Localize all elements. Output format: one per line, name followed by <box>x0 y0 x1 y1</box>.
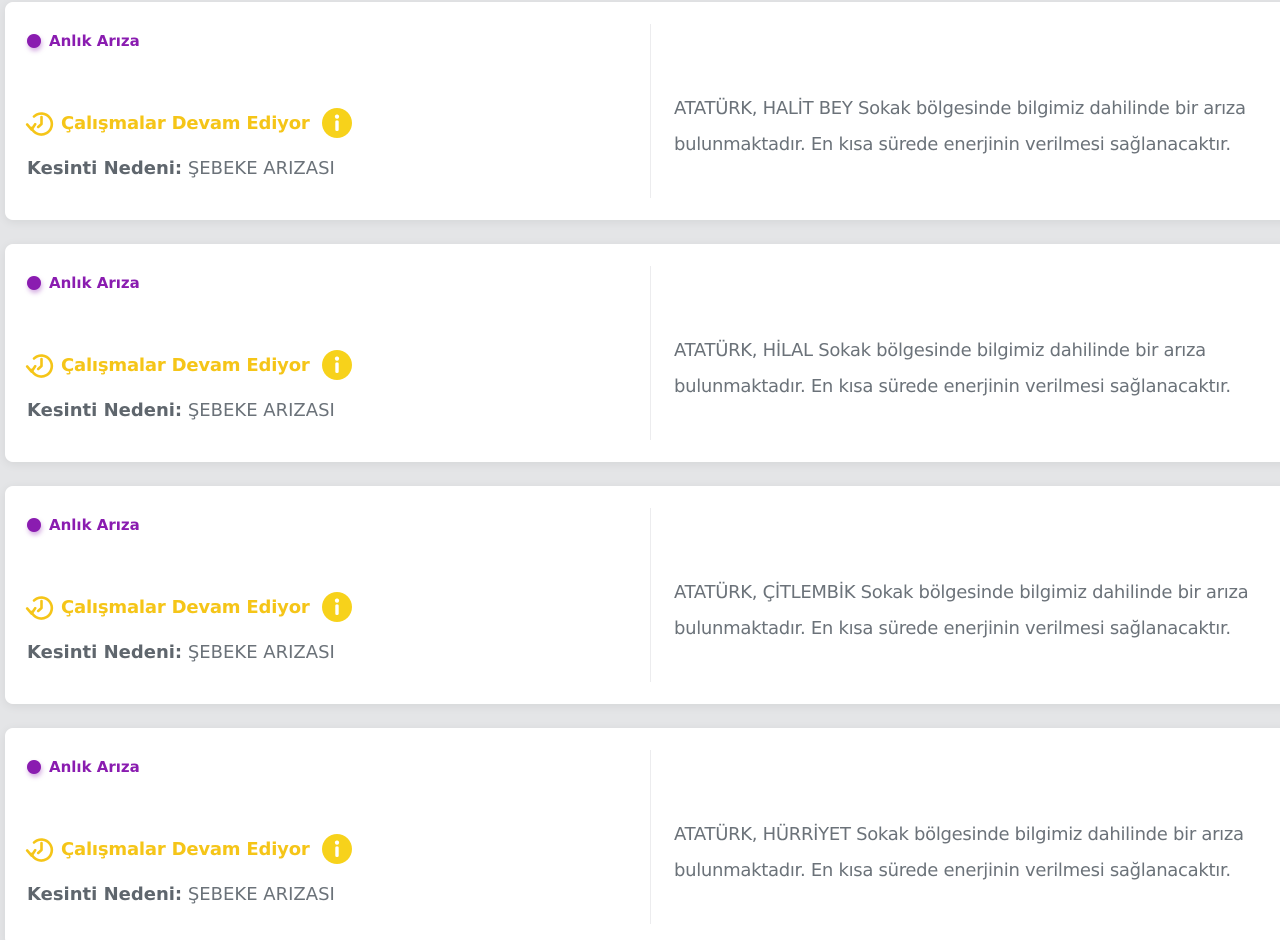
outage-type: Anlık Arıza <box>27 32 140 50</box>
clock-arrow-icon <box>25 112 54 136</box>
outage-description: ATATÜRK, HİLAL Sokak bölgesinde bilgimiz… <box>674 340 1231 397</box>
info-icon[interactable] <box>321 350 352 380</box>
card-divider <box>650 750 651 924</box>
outage-reason: Kesinti Nedeni: ŞEBEKE ARIZASI <box>27 400 335 421</box>
outage-type: Anlık Arıza <box>27 516 140 534</box>
outage-card: Anlık Arıza Çalışmalar Devam Ediyor Kesi… <box>5 486 1280 704</box>
outage-description: ATATÜRK, HALİT BEY Sokak bölgesinde bilg… <box>674 98 1246 155</box>
clock-arrow-icon <box>25 354 54 378</box>
status-dot <box>27 34 41 48</box>
outage-reason-value: ŞEBEKE ARIZASI <box>187 158 335 179</box>
outage-reason-key: Kesinti Nedeni: <box>27 642 183 663</box>
outage-reason-value: ŞEBEKE ARIZASI <box>187 400 335 421</box>
outage-type: Anlık Arıza <box>27 274 140 292</box>
info-icon[interactable] <box>321 592 352 622</box>
work-status-label: Çalışmalar Devam Ediyor <box>61 596 310 618</box>
outage-description: ATATÜRK, ÇİTLEMBİK Sokak bölgesinde bilg… <box>674 582 1249 639</box>
outage-type-label: Anlık Arıza <box>49 516 140 534</box>
outage-reason-key: Kesinti Nedeni: <box>27 884 183 905</box>
outage-reason-value: ŞEBEKE ARIZASI <box>187 642 335 663</box>
outage-reason: Kesinti Nedeni: ŞEBEKE ARIZASI <box>27 642 335 663</box>
card-divider <box>650 508 651 682</box>
status-dot <box>27 518 41 532</box>
work-status-label: Çalışmalar Devam Ediyor <box>61 112 310 134</box>
work-status-label: Çalışmalar Devam Ediyor <box>61 354 310 376</box>
work-status: Çalışmalar Devam Ediyor <box>25 348 352 382</box>
info-icon[interactable] <box>321 834 352 864</box>
outage-list: Anlık Arıza Çalışmalar Devam Ediyor Kesi… <box>0 0 1280 940</box>
work-status: Çalışmalar Devam Ediyor <box>25 590 352 624</box>
clock-arrow-icon <box>25 596 54 620</box>
outage-type-label: Anlık Arıza <box>49 758 140 776</box>
outage-reason-value: ŞEBEKE ARIZASI <box>187 884 335 905</box>
work-status: Çalışmalar Devam Ediyor <box>25 832 352 866</box>
outage-type-label: Anlık Arıza <box>49 32 140 50</box>
outage-description: ATATÜRK, HÜRRİYET Sokak bölgesinde bilgi… <box>674 824 1244 881</box>
card-divider <box>650 24 651 198</box>
outage-card: Anlık Arıza Çalışmalar Devam Ediyor Kesi… <box>5 2 1280 220</box>
status-dot <box>27 276 41 290</box>
clock-arrow-icon <box>25 838 54 862</box>
status-dot <box>27 760 41 774</box>
card-divider <box>650 266 651 440</box>
outage-reason-key: Kesinti Nedeni: <box>27 400 183 421</box>
info-icon[interactable] <box>321 108 352 138</box>
work-status: Çalışmalar Devam Ediyor <box>25 106 352 140</box>
outage-type-label: Anlık Arıza <box>49 274 140 292</box>
outage-type: Anlık Arıza <box>27 758 140 776</box>
outage-card: Anlık Arıza Çalışmalar Devam Ediyor Kesi… <box>5 244 1280 462</box>
outage-reason: Kesinti Nedeni: ŞEBEKE ARIZASI <box>27 884 335 905</box>
outage-reason: Kesinti Nedeni: ŞEBEKE ARIZASI <box>27 158 335 179</box>
outage-reason-key: Kesinti Nedeni: <box>27 158 183 179</box>
outage-card: Anlık Arıza Çalışmalar Devam Ediyor Kesi… <box>5 728 1280 940</box>
work-status-label: Çalışmalar Devam Ediyor <box>61 838 310 860</box>
